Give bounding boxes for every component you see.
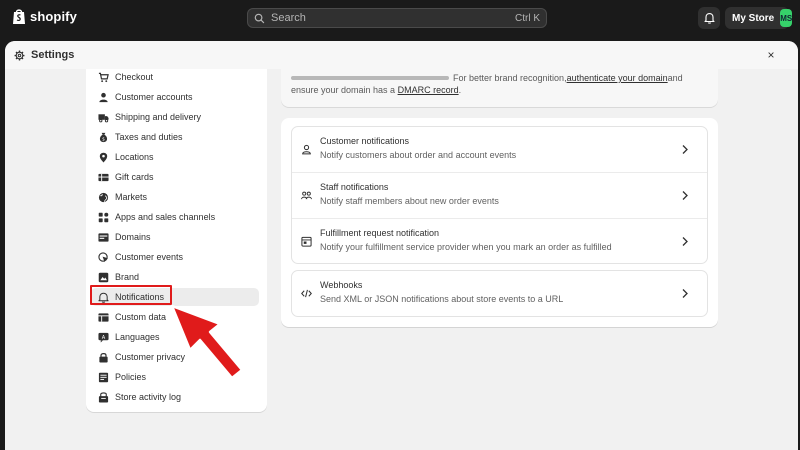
row-title: Webhooks (320, 280, 363, 290)
chevron-right-icon (682, 289, 688, 298)
sidebar-item-label: Shipping and delivery (115, 112, 202, 122)
sidebar-item-label: Checkout (115, 72, 154, 82)
money-bag-icon: $ (99, 132, 108, 142)
search-icon (254, 13, 265, 23)
sidebar-item-locations[interactable]: Locations (91, 148, 259, 166)
sidebar-item-taxes[interactable]: $ Taxes and duties (91, 128, 259, 146)
dmarc-text: For better brand recognition, (453, 73, 567, 83)
svg-text:$: $ (102, 136, 105, 142)
settings-modal: Settings × Checkout Customer accounts Sh… (5, 41, 798, 450)
sidebar-item-gift-cards[interactable]: Gift cards (91, 168, 259, 186)
language-icon: A (98, 332, 109, 343)
authenticate-domain-link[interactable]: authenticate your domain (567, 73, 668, 83)
svg-text:A: A (102, 334, 106, 340)
bell-icon (98, 292, 109, 303)
staff-notifications-row[interactable]: Staff notifications Notify staff members… (292, 173, 707, 218)
search-shortcut: Ctrl K (515, 12, 540, 24)
dmarc-text-2: ensure your domain has a (291, 85, 398, 95)
globe-icon (98, 192, 109, 202)
annotation-arrow (170, 304, 244, 380)
row-description: Notify staff members about new order eve… (320, 196, 499, 206)
customer-notifications-row[interactable]: Customer notifications Notify customers … (292, 127, 707, 172)
dmarc-record-link[interactable]: DMARC record (398, 85, 459, 95)
notification-types-card: Customer notifications Notify customers … (291, 126, 708, 264)
location-pin-icon (99, 152, 108, 163)
activity-log-icon (98, 391, 109, 403)
notifications-panel: Customer notifications Notify customers … (281, 118, 718, 327)
dmarc-text-end: . (458, 85, 462, 95)
bell-icon (703, 13, 715, 24)
truck-icon (98, 113, 109, 122)
row-description: Notify your fulfillment service provider… (320, 242, 612, 252)
store-name: My Store (732, 12, 775, 24)
sidebar-item-label: Customer accounts (115, 92, 193, 102)
domain-icon (98, 232, 109, 242)
search-placeholder: Search (271, 12, 306, 24)
sidebar-item-shipping[interactable]: Shipping and delivery (91, 108, 259, 126)
avatar: MS (780, 9, 793, 27)
brand-icon (98, 272, 109, 282)
sidebar-item-apps[interactable]: Apps and sales channels (91, 208, 259, 226)
store-menu-button[interactable]: My Store MS (725, 7, 793, 29)
sidebar-item-label: Gift cards (115, 172, 154, 182)
sidebar-item-label: Notifications (115, 292, 165, 302)
lock-icon (99, 352, 108, 363)
staff-icon (301, 191, 312, 200)
domain-dmarc-banner: For better brand recognition, authentica… (281, 69, 718, 107)
customer-icon (302, 144, 311, 155)
gift-card-icon (98, 173, 109, 181)
row-title: Staff notifications (320, 182, 389, 192)
modal-header: Settings × (5, 41, 798, 69)
dmarc-text-and: and (667, 73, 683, 83)
sidebar-item-label: Markets (115, 192, 148, 202)
sidebar-item-label: Locations (115, 152, 154, 162)
sidebar-item-activity-log[interactable]: Store activity log (91, 388, 259, 406)
dmarc-line-1: For better brand recognition, authentica… (291, 73, 683, 83)
cursor-icon (98, 251, 109, 262)
sidebar-item-label: Custom data (115, 312, 167, 322)
sidebar-item-brand[interactable]: Brand (91, 268, 259, 286)
person-icon (99, 92, 108, 102)
chevron-right-icon (682, 237, 688, 246)
close-button[interactable]: × (764, 48, 778, 62)
sidebar-item-label: Taxes and duties (115, 132, 183, 142)
sidebar-item-customer-accounts[interactable]: Customer accounts (91, 88, 259, 106)
sidebar-item-customer-events[interactable]: Customer events (91, 248, 259, 266)
fulfillment-icon (301, 236, 312, 247)
apps-icon (98, 212, 109, 222)
dmarc-line-2: ensure your domain has a DMARC record. (291, 85, 461, 95)
webhooks-row[interactable]: Webhooks Send XML or JSON notifications … (292, 271, 707, 316)
shopify-logo[interactable]: shopify (12, 8, 77, 25)
search-input[interactable]: Search Ctrl K (247, 8, 547, 28)
sidebar-item-label: Customer events (115, 252, 184, 262)
fulfillment-notification-row[interactable]: Fulfillment request notification Notify … (292, 219, 707, 264)
chevron-right-icon (682, 191, 688, 200)
gear-icon (14, 50, 25, 60)
logo-text: shopify (30, 9, 77, 24)
shopify-bag-icon (13, 9, 25, 24)
cart-icon (98, 72, 109, 82)
webhooks-card: Webhooks Send XML or JSON notifications … (291, 270, 708, 317)
sidebar-item-checkout[interactable]: Checkout (91, 68, 259, 86)
notifications-button[interactable] (698, 7, 720, 29)
database-icon (98, 312, 109, 322)
policies-icon (98, 372, 109, 382)
chevron-right-icon (682, 145, 688, 154)
redacted-text (291, 76, 449, 80)
code-icon (301, 289, 312, 298)
sidebar-item-label: Languages (115, 332, 160, 342)
sidebar-item-label: Store activity log (115, 392, 182, 402)
modal-title: Settings (31, 49, 75, 61)
row-title: Customer notifications (320, 136, 410, 146)
sidebar-item-label: Domains (115, 232, 151, 242)
sidebar-item-markets[interactable]: Markets (91, 188, 259, 206)
sidebar-item-label: Policies (115, 372, 147, 382)
row-title: Fulfillment request notification (320, 228, 440, 238)
sidebar-item-label: Brand (115, 272, 140, 282)
sidebar-item-label: Apps and sales channels (115, 212, 216, 222)
sidebar-item-domains[interactable]: Domains (91, 228, 259, 246)
top-bar: shopify Search Ctrl K My Store MS (0, 0, 800, 36)
row-description: Notify customers about order and account… (320, 150, 517, 160)
row-description: Send XML or JSON notifications about sto… (320, 294, 564, 304)
